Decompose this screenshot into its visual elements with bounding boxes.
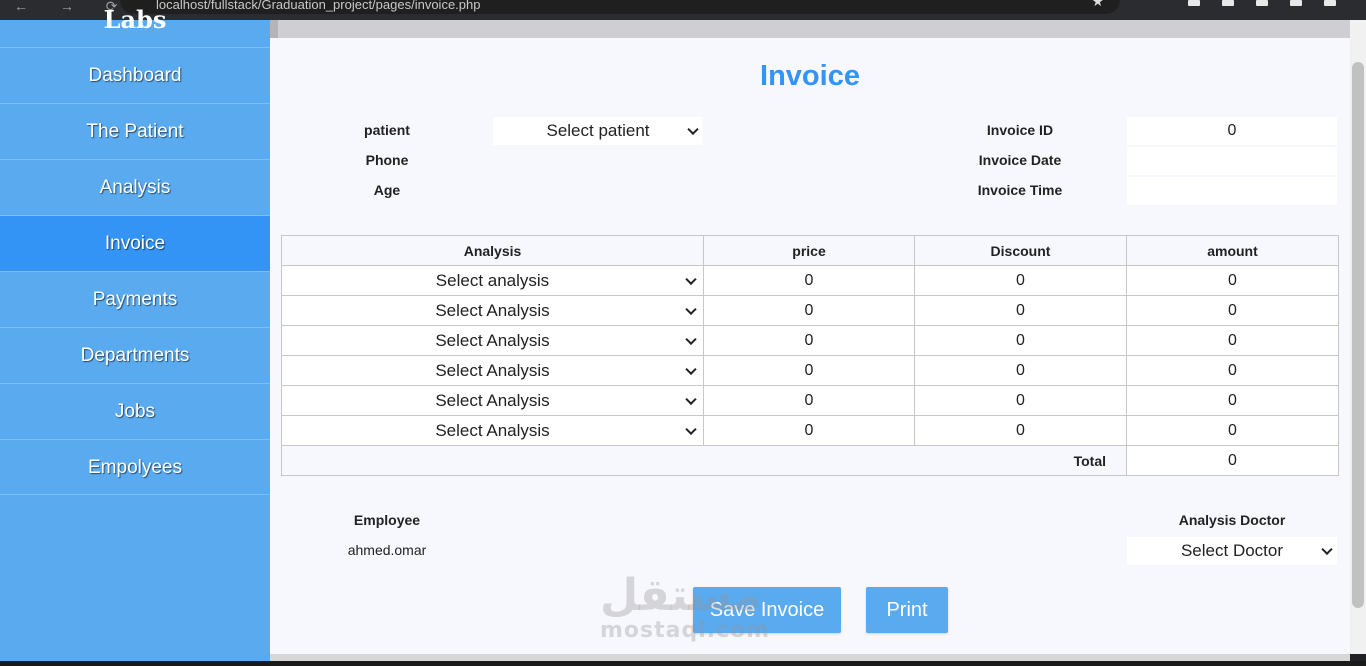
- discount-cell[interactable]: 0: [914, 295, 1127, 326]
- scrollbar-thumb[interactable]: [1352, 62, 1364, 608]
- page-title: Invoice: [760, 60, 860, 92]
- header-analysis: Analysis: [281, 235, 704, 266]
- vertical-scrollbar[interactable]: [1350, 20, 1366, 654]
- chevron-down-icon: [1321, 543, 1333, 556]
- analysis-select-value: Select Analysis: [435, 420, 550, 440]
- main-content: Invoice patient Select patient Phone Age…: [270, 20, 1350, 654]
- analysis-select[interactable]: Select Analysis: [281, 385, 704, 416]
- chevron-down-icon: [685, 273, 697, 285]
- invoice-table: Analysis price Discount amount Select an…: [281, 235, 1339, 476]
- amount-cell: 0: [1126, 385, 1339, 416]
- table-row: Select analysis 0 0 0: [281, 265, 1339, 296]
- age-label: Age: [373, 182, 401, 198]
- bookmark-star-icon[interactable]: ★: [1091, 0, 1104, 14]
- chevron-down-icon: [685, 393, 697, 405]
- extension-icons: [1188, 0, 1336, 20]
- total-value: 0: [1126, 445, 1339, 476]
- doctor-select[interactable]: Select Doctor: [1127, 537, 1337, 565]
- table-row: Select Analysis 0 0 0: [281, 385, 1339, 416]
- extension-icon[interactable]: [1256, 0, 1268, 6]
- sidebar-item-departments[interactable]: Departments: [0, 327, 270, 383]
- sidebar-item-analysis[interactable]: Analysis: [0, 159, 270, 215]
- total-row: Total 0: [281, 445, 1339, 476]
- sidebar-item-dashboard[interactable]: Dashboard: [0, 47, 270, 103]
- sidebar-nav: Dashboard The Patient Analysis Invoice P…: [0, 47, 270, 495]
- horizontal-scrollbar[interactable]: [270, 654, 1350, 661]
- table-row: Select Analysis 0 0 0: [281, 355, 1339, 386]
- chevron-down-icon: [687, 123, 699, 136]
- save-invoice-button[interactable]: Save Invoice: [693, 587, 841, 633]
- employee-value: ahmed.omar: [347, 542, 427, 558]
- extension-icon[interactable]: [1188, 0, 1200, 6]
- invoice-id-label: Invoice ID: [986, 122, 1054, 138]
- invoice-time-label: Invoice Time: [977, 182, 1063, 198]
- chevron-down-icon: [685, 333, 697, 345]
- header-price: price: [703, 235, 915, 266]
- analysis-select[interactable]: Select Analysis: [281, 295, 704, 326]
- price-cell[interactable]: 0: [703, 325, 915, 356]
- sidebar-brand: Labs: [103, 6, 167, 34]
- amount-cell: 0: [1126, 415, 1339, 446]
- top-bar-corner: [270, 20, 278, 38]
- analysis-select-value: Select Analysis: [435, 330, 550, 350]
- invoice-id-field[interactable]: 0: [1127, 117, 1337, 145]
- sidebar-item-the-patient[interactable]: The Patient: [0, 103, 270, 159]
- analysis-doctor-label: Analysis Doctor: [1178, 512, 1286, 528]
- table-row: Select Analysis 0 0 0: [281, 415, 1339, 446]
- price-cell[interactable]: 0: [703, 295, 915, 326]
- header-discount: Discount: [914, 235, 1127, 266]
- analysis-select-value: Select Analysis: [435, 300, 550, 320]
- extension-icon[interactable]: [1290, 0, 1302, 6]
- main-top-bar: [270, 20, 1350, 38]
- analysis-select[interactable]: Select Analysis: [281, 415, 704, 446]
- doctor-select-value: Select Doctor: [1180, 541, 1284, 560]
- employee-label: Employee: [353, 512, 421, 528]
- patient-select[interactable]: Select patient: [493, 117, 703, 145]
- discount-cell[interactable]: 0: [914, 415, 1127, 446]
- price-cell[interactable]: 0: [703, 355, 915, 386]
- price-cell[interactable]: 0: [703, 385, 915, 416]
- phone-label: Phone: [365, 152, 409, 168]
- discount-cell[interactable]: 0: [914, 385, 1127, 416]
- price-cell[interactable]: 0: [703, 265, 915, 296]
- amount-cell: 0: [1126, 265, 1339, 296]
- extension-icon[interactable]: [1222, 0, 1234, 6]
- sidebar-item-payments[interactable]: Payments: [0, 271, 270, 327]
- amount-cell: 0: [1126, 355, 1339, 386]
- price-cell[interactable]: 0: [703, 415, 915, 446]
- table-header-row: Analysis price Discount amount: [281, 235, 1339, 266]
- sidebar: Labs Dashboard The Patient Analysis Invo…: [0, 6, 270, 661]
- header-amount: amount: [1126, 235, 1339, 266]
- print-button[interactable]: Print: [866, 587, 948, 633]
- sidebar-item-employees[interactable]: Empolyees: [0, 439, 270, 495]
- total-label: Total: [281, 445, 1127, 476]
- taskbar: [0, 661, 1366, 666]
- table-row: Select Analysis 0 0 0: [281, 295, 1339, 326]
- discount-cell[interactable]: 0: [914, 325, 1127, 356]
- table-row: Select Analysis 0 0 0: [281, 325, 1339, 356]
- chevron-down-icon: [685, 423, 697, 435]
- analysis-select[interactable]: Select analysis: [281, 265, 704, 296]
- analysis-select-value: Select Analysis: [435, 360, 550, 380]
- discount-cell[interactable]: 0: [914, 265, 1127, 296]
- analysis-select[interactable]: Select Analysis: [281, 355, 704, 386]
- sidebar-item-invoice[interactable]: Invoice: [0, 215, 270, 271]
- amount-cell: 0: [1126, 325, 1339, 356]
- analysis-select-value: Select analysis: [435, 270, 550, 290]
- discount-cell[interactable]: 0: [914, 355, 1127, 386]
- analysis-select[interactable]: Select Analysis: [281, 325, 704, 356]
- invoice-date-field[interactable]: [1127, 147, 1337, 175]
- address-bar[interactable]: localhost/fullstack/Graduation_project/p…: [120, 0, 1120, 14]
- invoice-time-field[interactable]: [1127, 177, 1337, 205]
- sidebar-item-jobs[interactable]: Jobs: [0, 383, 270, 439]
- invoice-date-label: Invoice Date: [978, 152, 1062, 168]
- patient-label: patient: [364, 122, 410, 138]
- amount-cell: 0: [1126, 295, 1339, 326]
- patient-select-value: Select patient: [546, 121, 650, 140]
- chevron-down-icon: [685, 363, 697, 375]
- profile-icon[interactable]: [1324, 0, 1336, 6]
- chevron-down-icon: [685, 303, 697, 315]
- analysis-select-value: Select Analysis: [435, 390, 550, 410]
